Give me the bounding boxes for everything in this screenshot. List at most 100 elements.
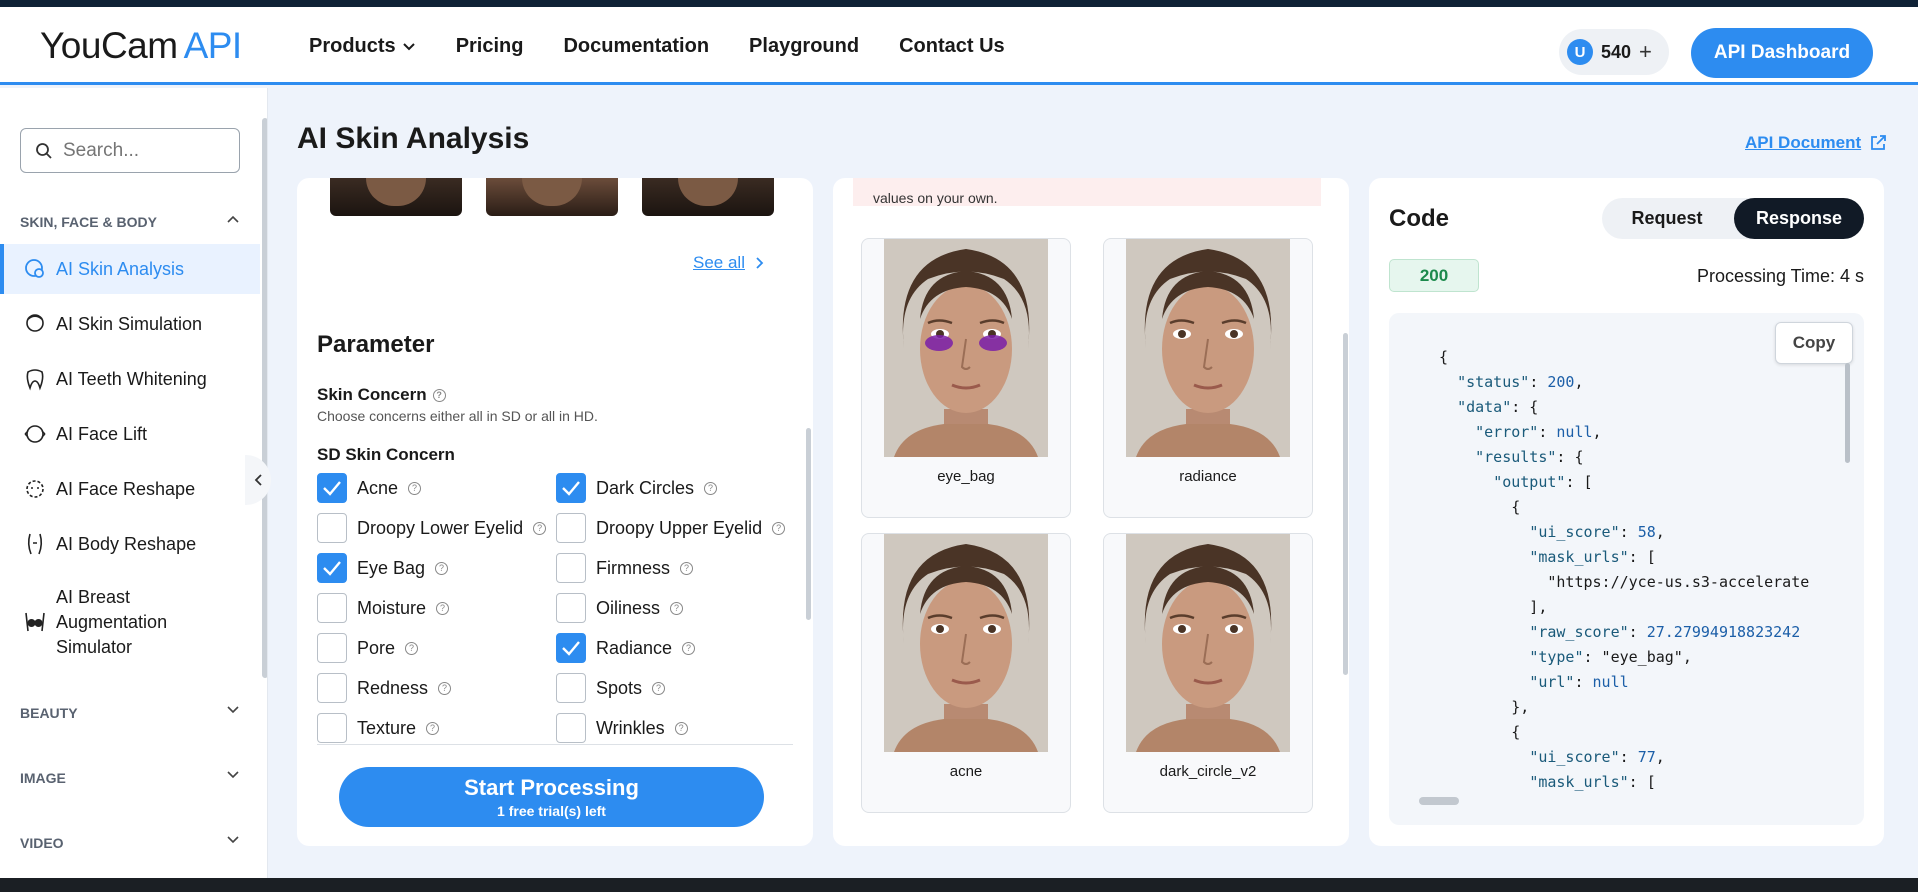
help-icon[interactable]: ? <box>670 601 684 615</box>
sidebar-item-skin-simulation[interactable]: AI Skin Simulation <box>0 299 260 349</box>
notice-text: values on your own. <box>873 190 998 206</box>
help-icon[interactable]: ? <box>435 561 449 575</box>
response-json: { "status": 200, "data": { "error": null… <box>1439 345 1839 805</box>
start-processing-label: Start Processing <box>464 775 639 800</box>
checkbox-unchecked[interactable] <box>317 513 347 543</box>
sidebar-item-skin-analysis[interactable]: AI Skin Analysis <box>0 244 260 294</box>
help-icon[interactable]: ? <box>674 721 688 735</box>
skin-concern-label: Skin Concern <box>317 385 427 404</box>
face-illustration <box>1126 534 1290 752</box>
start-processing-button[interactable]: Start Processing 1 free trial(s) left <box>339 767 764 827</box>
page-title: AI Skin Analysis <box>297 122 530 155</box>
nav-playground[interactable]: Playground <box>749 35 859 58</box>
result-card[interactable]: radiance <box>1103 238 1313 518</box>
concern-label: Moisture <box>357 597 427 618</box>
nav-contact-us[interactable]: Contact Us <box>899 35 1005 58</box>
help-icon[interactable]: ? <box>436 601 450 615</box>
section-image[interactable]: IMAGE <box>20 770 240 786</box>
result-card[interactable]: dark_circle_v2 <box>1103 533 1313 813</box>
checkbox-unchecked[interactable] <box>317 633 347 663</box>
help-icon[interactable]: ? <box>438 681 452 695</box>
code-line: "ui_score": 77, <box>1529 748 1665 766</box>
nav-documentation[interactable]: Documentation <box>563 35 709 58</box>
concern-option[interactable]: Spots? <box>556 673 666 703</box>
results-scrollbar[interactable] <box>1343 333 1348 675</box>
sample-image-thumb[interactable] <box>486 178 618 216</box>
checkbox-unchecked[interactable] <box>556 553 586 583</box>
help-icon[interactable]: ? <box>680 561 694 575</box>
copy-button[interactable]: Copy <box>1775 322 1853 364</box>
help-icon[interactable]: ? <box>426 721 440 735</box>
credits-pill[interactable]: U 540 + <box>1559 29 1669 75</box>
code-line: "status": 200, <box>1457 373 1584 391</box>
nav-products[interactable]: Products <box>309 35 416 58</box>
checkbox-unchecked[interactable] <box>317 713 347 743</box>
concern-option[interactable]: Acne? <box>317 473 422 503</box>
checkbox-unchecked[interactable] <box>556 593 586 623</box>
section-video-label: VIDEO <box>20 835 64 851</box>
nav-pricing[interactable]: Pricing <box>456 35 524 58</box>
concern-option[interactable]: Wrinkles? <box>556 713 688 743</box>
concern-option[interactable]: Droopy Upper Eyelid? <box>556 513 786 543</box>
section-skin-face-body[interactable]: SKIN, FACE & BODY <box>20 214 240 230</box>
help-icon[interactable]: ? <box>772 521 786 535</box>
sidebar-item-face-reshape[interactable]: AI Face Reshape <box>0 464 260 514</box>
concern-option[interactable]: Moisture? <box>317 593 450 623</box>
chevron-up-icon <box>227 215 239 223</box>
checkbox-unchecked[interactable] <box>556 713 586 743</box>
checkbox-checked[interactable] <box>317 553 347 583</box>
concern-option[interactable]: Dark Circles? <box>556 473 718 503</box>
checkbox-checked[interactable] <box>556 473 586 503</box>
help-icon[interactable]: ? <box>682 641 696 655</box>
section-video[interactable]: VIDEO <box>20 835 240 851</box>
check-icon <box>562 641 580 656</box>
api-document-link[interactable]: API Document <box>1745 133 1887 153</box>
concern-option[interactable]: Eye Bag? <box>317 553 449 583</box>
concern-option[interactable]: Radiance? <box>556 633 696 663</box>
sample-image-thumb[interactable] <box>330 178 462 216</box>
result-card-label: eye_bag <box>937 468 995 485</box>
code-line: }, <box>1439 698 1530 716</box>
help-icon[interactable]: ? <box>533 521 547 535</box>
concern-option[interactable]: Oiliness? <box>556 593 684 623</box>
logo[interactable]: YouCam API <box>40 25 242 67</box>
checkbox-unchecked[interactable] <box>556 513 586 543</box>
concern-option[interactable]: Firmness? <box>556 553 694 583</box>
sidebar-item-face-lift[interactable]: AI Face Lift <box>0 409 260 459</box>
tab-response[interactable]: Response <box>1734 198 1864 239</box>
code-horizontal-scrollbar[interactable] <box>1419 797 1459 805</box>
sidebar-item-body-reshape[interactable]: AI Body Reshape <box>0 519 260 569</box>
api-dashboard-button[interactable]: API Dashboard <box>1691 28 1873 78</box>
sidebar-item-breast-augmentation[interactable]: AI Breast Augmentation Simulator <box>0 584 260 660</box>
parameter-scrollbar[interactable] <box>806 428 811 620</box>
help-icon[interactable]: ? <box>432 388 446 402</box>
help-icon[interactable]: ? <box>408 481 422 495</box>
section-beauty[interactable]: BEAUTY <box>20 705 240 721</box>
help-icon[interactable]: ? <box>652 681 666 695</box>
code-vertical-scrollbar[interactable] <box>1845 363 1850 463</box>
add-credits-icon[interactable]: + <box>1639 39 1652 65</box>
concern-option[interactable]: Redness? <box>317 673 452 703</box>
checkbox-checked[interactable] <box>317 473 347 503</box>
checkbox-unchecked[interactable] <box>317 593 347 623</box>
see-all-link[interactable]: See all <box>693 253 764 273</box>
result-card[interactable]: eye_bag <box>861 238 1071 518</box>
concern-option[interactable]: Pore? <box>317 633 419 663</box>
search-input[interactable] <box>63 139 213 162</box>
concern-label: Droopy Upper Eyelid <box>596 517 763 538</box>
checkbox-checked[interactable] <box>556 633 586 663</box>
concern-option[interactable]: Droopy Lower Eyelid? <box>317 513 547 543</box>
result-card[interactable]: acne <box>861 533 1071 813</box>
sidebar-scrollbar[interactable] <box>262 118 267 678</box>
checkbox-unchecked[interactable] <box>556 673 586 703</box>
sidebar: SKIN, FACE & BODY AI Skin Analysis AI Sk… <box>0 88 268 878</box>
tab-request[interactable]: Request <box>1602 198 1732 239</box>
sample-image-thumb[interactable] <box>642 178 774 216</box>
help-icon[interactable]: ? <box>405 641 419 655</box>
sidebar-item-label: AI Skin Analysis <box>56 258 185 279</box>
search-box[interactable] <box>20 128 240 173</box>
checkbox-unchecked[interactable] <box>317 673 347 703</box>
concern-option[interactable]: Texture? <box>317 713 440 743</box>
help-icon[interactable]: ? <box>704 481 718 495</box>
sidebar-item-teeth-whitening[interactable]: AI Teeth Whitening <box>0 354 260 404</box>
